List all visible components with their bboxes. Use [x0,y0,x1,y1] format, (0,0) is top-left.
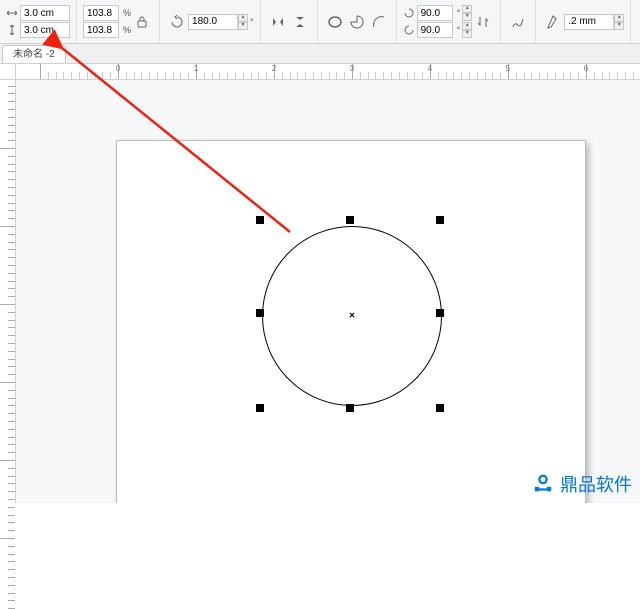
ellipse-tool-button[interactable] [324,11,346,33]
watermark-logo-icon [532,473,554,495]
ruler-tick-label: 4 [428,64,432,73]
ruler-tick-label: 0 [116,64,120,73]
canvas[interactable]: × [16,80,640,503]
tab-untitled[interactable]: 未命名 -2 [2,45,66,63]
rotate-icon [166,11,188,33]
scale-group: % % [77,0,160,43]
watermark: 鼎品软件 [532,471,632,497]
arc-angles-group: ° ▲▼ ° ▲▼ [397,0,502,43]
selection-handle[interactable] [436,216,444,224]
arc-tool-button[interactable] [368,11,390,33]
ruler-origin[interactable] [0,64,16,80]
height-input[interactable] [20,22,70,38]
percent-label: % [123,25,131,35]
angle-start-spinner[interactable]: ▲▼ [462,5,472,21]
shape-tools-group [318,0,397,43]
selection-handle[interactable] [436,404,444,412]
ruler-horizontal[interactable]: 01234567 [16,64,640,80]
angle-start-input[interactable] [417,5,453,21]
selection-handle[interactable] [256,404,264,412]
property-bar: % % ▲▼ ° [0,0,640,44]
degree-label: ° [250,17,254,27]
document-tabs: 未命名 -2 [0,44,640,64]
swap-angles-button[interactable] [472,11,494,33]
degree-label: ° [457,8,461,18]
rotation-input[interactable] [188,14,238,30]
ruler-tick-label: 3 [350,64,354,73]
scale-x-input[interactable] [83,5,119,21]
mirror-v-button[interactable] [289,11,311,33]
mirror-h-button[interactable] [267,11,289,33]
size-group [0,0,77,43]
selection-handle[interactable] [256,216,264,224]
selection-handle[interactable] [436,309,444,317]
outline-group: ▲▼ [536,0,631,43]
degree-label: ° [457,25,461,35]
rotation-group: ▲▼ ° [160,0,261,43]
pie-tool-button[interactable] [346,11,368,33]
ruler-vertical[interactable] [0,80,16,503]
percent-label: % [123,8,131,18]
ruler-tick-label: 1 [194,64,198,73]
mirror-group [261,0,318,43]
outline-spinner[interactable]: ▲▼ [614,14,624,30]
angle-end-input[interactable] [417,22,453,38]
rotation-spinner[interactable]: ▲▼ [238,14,248,30]
angle-ccw-icon [403,24,415,36]
angle-end-spinner[interactable]: ▲▼ [462,22,472,38]
ruler-tick-label: 5 [506,64,510,73]
convert-group [501,0,536,43]
pen-icon [542,11,564,33]
selection-handle[interactable] [346,216,354,224]
watermark-text: 鼎品软件 [560,471,632,497]
outline-width-input[interactable] [564,14,614,30]
selection-handle[interactable] [346,404,354,412]
height-icon [6,24,18,36]
lock-ratio-button[interactable] [131,11,153,33]
selection-handle[interactable] [256,309,264,317]
scale-y-input[interactable] [83,22,119,38]
angle-cw-icon [403,7,415,19]
width-input[interactable] [20,5,70,21]
selection-center-marker: × [349,311,355,322]
ruler-tick-label: 2 [272,64,276,73]
ruler-tick-label: 6 [584,64,588,73]
width-icon [6,7,18,19]
to-curves-button[interactable] [507,11,529,33]
